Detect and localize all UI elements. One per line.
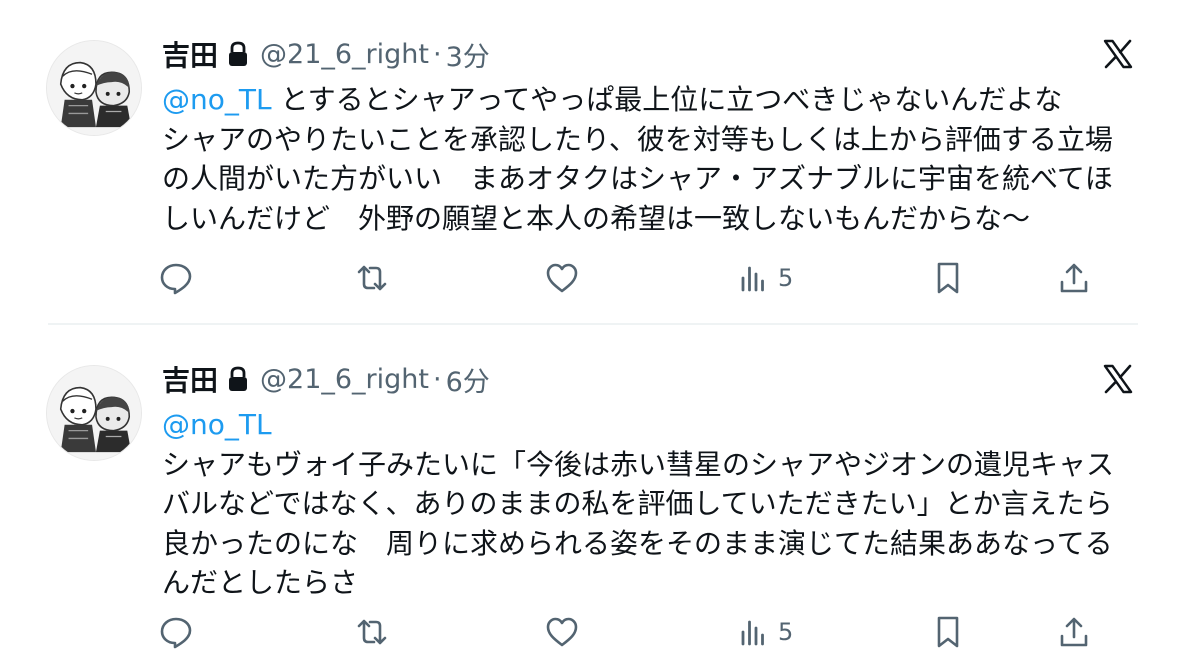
x-logo-icon bbox=[1102, 363, 1134, 395]
reply-icon bbox=[160, 263, 192, 295]
share-icon bbox=[1060, 617, 1088, 647]
heart-icon bbox=[546, 617, 578, 647]
tweet[interactable]: 吉田 @21_6_right · 6分 @no_TL シャアもヴォイ子みたいに「… bbox=[0, 325, 1200, 669]
timeline-feed: 吉田 @21_6_right · 3分 @no_TL とするとシャアってやっぱ最… bbox=[0, 0, 1200, 669]
x-logo-icon bbox=[1102, 38, 1134, 70]
like-button[interactable] bbox=[544, 258, 580, 298]
reply-button[interactable] bbox=[158, 258, 194, 298]
tweet-text-segment: とするとシャアってやっぱ最上位に立つべきじゃないんだよな bbox=[280, 83, 1063, 116]
views-button[interactable]: 5 bbox=[736, 612, 793, 652]
avatar-illustration bbox=[47, 41, 141, 135]
views-count: 5 bbox=[778, 618, 794, 646]
share-button[interactable] bbox=[1056, 612, 1092, 652]
tweet-line-1: @no_TL とするとシャアってやっぱ最上位に立つべきじゃないんだよな bbox=[162, 80, 1152, 120]
separator: · bbox=[433, 363, 442, 395]
lock-icon bbox=[226, 365, 250, 393]
lock-icon bbox=[226, 40, 250, 68]
mention-link[interactable]: @no_TL bbox=[162, 83, 272, 116]
separator: · bbox=[433, 38, 442, 70]
tweet-actions: 5 bbox=[158, 612, 1098, 652]
tweet-text: @no_TL とするとシャアってやっぱ最上位に立つべきじゃないんだよな シャアの… bbox=[162, 80, 1152, 238]
like-button[interactable] bbox=[544, 612, 580, 652]
tweet-text: @no_TL シャアもヴォイ子みたいに「今後は赤い彗星のシャアやジオンの遺児キャ… bbox=[162, 405, 1152, 603]
views-button[interactable]: 5 bbox=[736, 258, 793, 298]
views-chart-icon bbox=[741, 266, 764, 292]
tweet-line-4: んだとしたらさ bbox=[162, 566, 359, 599]
bookmark-button[interactable] bbox=[930, 612, 966, 652]
tweet-line-2: バルなどではなく、ありのままの私を評価していただきたい」とか言えたら bbox=[162, 487, 1113, 520]
bookmark-icon bbox=[937, 616, 959, 648]
tweet-timestamp[interactable]: 3分 bbox=[446, 35, 490, 74]
author-name[interactable]: 吉田 bbox=[162, 34, 218, 74]
views-chart-icon bbox=[741, 620, 764, 646]
reply-button[interactable] bbox=[158, 612, 194, 652]
repost-button[interactable] bbox=[354, 258, 390, 298]
author-name[interactable]: 吉田 bbox=[162, 359, 218, 399]
share-button[interactable] bbox=[1056, 258, 1092, 298]
tweet-line-2: シャアのやりたいことを承認したり、彼を対等もしくは上から評価する立場 bbox=[162, 122, 1113, 156]
author-handle[interactable]: @21_6_right bbox=[260, 364, 429, 395]
reply-icon bbox=[160, 617, 192, 649]
repost-icon bbox=[357, 265, 387, 291]
tweet-line-3: の人間がいた方がいい まあオタクはシャア・アズナブルに宇宙を統べてほ bbox=[162, 162, 1113, 195]
bookmark-button[interactable] bbox=[930, 258, 966, 298]
tweet-header: 吉田 @21_6_right · 3分 bbox=[162, 34, 490, 74]
avatar[interactable] bbox=[46, 40, 142, 136]
share-icon bbox=[1060, 263, 1088, 293]
tweet-actions: 5 bbox=[158, 258, 1098, 298]
repost-button[interactable] bbox=[354, 612, 390, 652]
tweet[interactable]: 吉田 @21_6_right · 3分 @no_TL とするとシャアってやっぱ最… bbox=[0, 0, 1200, 323]
tweet-header: 吉田 @21_6_right · 6分 bbox=[162, 359, 490, 399]
views-count: 5 bbox=[778, 264, 794, 292]
bookmark-icon bbox=[937, 262, 959, 294]
tweet-line-3: 良かったのにな 周りに求められる姿をそのまま演じてた結果ああなってる bbox=[162, 526, 1113, 560]
avatar-illustration bbox=[47, 366, 141, 460]
heart-icon bbox=[546, 263, 578, 293]
avatar[interactable] bbox=[46, 365, 142, 461]
tweet-line-4: しいんだけど 外野の願望と本人の希望は一致しないもんだからな〜 bbox=[162, 201, 1031, 235]
mention-link[interactable]: @no_TL bbox=[162, 405, 1152, 445]
repost-icon bbox=[357, 619, 387, 645]
tweet-timestamp[interactable]: 6分 bbox=[446, 360, 490, 399]
tweet-line-1: シャアもヴォイ子みたいに「今後は赤い彗星のシャアやジオンの遺児キャス bbox=[162, 447, 1115, 481]
author-handle[interactable]: @21_6_right bbox=[260, 39, 429, 70]
